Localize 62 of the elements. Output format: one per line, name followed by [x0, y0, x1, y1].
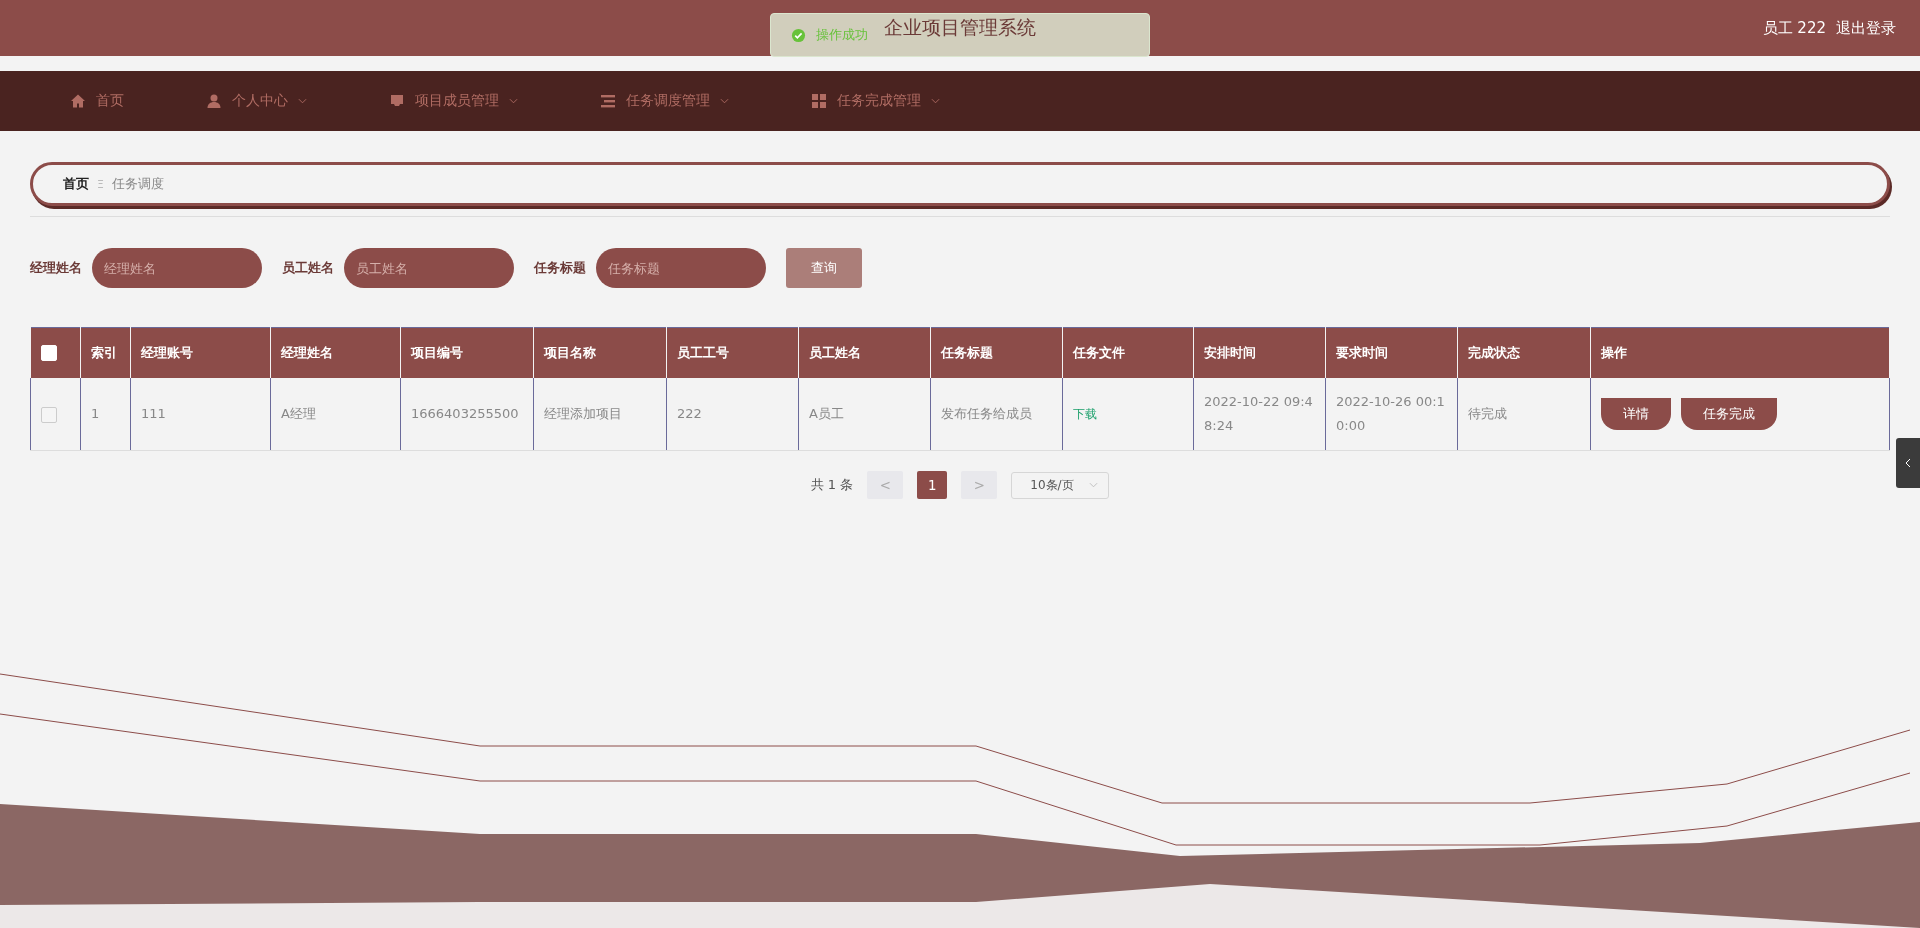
prev-page-button[interactable]: <: [867, 471, 904, 499]
nav-item[interactable]: 项目成员管理: [389, 92, 518, 110]
total-count: 共 1 条: [810, 476, 854, 494]
column-header: 任务标题: [930, 327, 1063, 378]
nav-item[interactable]: 任务完成管理: [811, 92, 940, 110]
search-field[interactable]: 经理姓名: [92, 248, 262, 288]
breadcrumb-current: 任务调度: [111, 175, 164, 193]
table-cell: 222: [666, 378, 799, 451]
table-cell: 发布任务给成员: [930, 378, 1063, 451]
column-header: 操作: [1590, 327, 1890, 378]
column-header: 经理账号: [130, 327, 271, 378]
search-field[interactable]: 员工姓名: [344, 248, 514, 288]
column-header: 项目名称: [533, 327, 667, 378]
table-cell: A经理: [270, 378, 401, 451]
table-cell: 经理添加项目: [533, 378, 667, 451]
search-field[interactable]: 任务标题: [596, 248, 766, 288]
column-header: 项目编号: [400, 327, 534, 378]
table-cell: 2022-10-22 09:48:24: [1193, 378, 1326, 451]
breadcrumb-separator: Ξ: [97, 177, 104, 191]
table-cell: A员工: [798, 378, 931, 451]
logout-link[interactable]: 退出登录: [1836, 18, 1896, 38]
column-header: 任务文件: [1062, 327, 1194, 378]
nav-item[interactable]: 任务调度管理: [600, 92, 729, 110]
select-all-checkbox[interactable]: [40, 345, 57, 362]
table-cell: 1: [80, 378, 131, 451]
tray-icon: [389, 93, 405, 109]
row-checkbox[interactable]: [41, 406, 57, 423]
column-header: 完成状态: [1457, 327, 1591, 378]
field-label: 任务标题: [534, 259, 586, 277]
action-button[interactable]: 详情: [1601, 398, 1671, 430]
user-name: 员工 222: [1762, 18, 1826, 38]
chevron-down-icon: [1089, 482, 1099, 488]
column-header: 安排时间: [1193, 327, 1326, 378]
table-cell: 待完成: [1457, 378, 1591, 451]
column-header: 要求时间: [1325, 327, 1458, 378]
table-cell: 111: [130, 378, 271, 451]
download-link[interactable]: 下载: [1073, 407, 1097, 421]
app-title: 企业项目管理系统: [884, 15, 1036, 40]
field-label: 员工姓名: [282, 259, 334, 277]
table-cell: 1666403255500: [400, 378, 534, 451]
search-button[interactable]: 查询: [786, 248, 862, 288]
column-header: 员工工号: [666, 327, 799, 378]
toast-message: 操作成功: [816, 26, 868, 44]
column-header: 员工姓名: [798, 327, 931, 378]
breadcrumb-link[interactable]: 首页: [63, 175, 89, 193]
home-icon: [70, 93, 86, 109]
side-panel-toggle[interactable]: [1896, 438, 1920, 488]
action-button[interactable]: 任务完成: [1681, 398, 1777, 430]
grid-icon: [811, 93, 827, 109]
check-circle-icon: [791, 27, 806, 43]
page-size-select[interactable]: 10条/页: [1011, 471, 1110, 499]
list-icon: [600, 93, 616, 109]
column-header: 经理姓名: [270, 327, 401, 378]
user-icon: [206, 93, 222, 109]
table-cell: 2022-10-26 00:10:00: [1325, 378, 1458, 451]
chevron-left-icon: [1905, 458, 1911, 468]
column-header: 索引: [80, 327, 131, 378]
next-page-button[interactable]: >: [961, 471, 998, 499]
nav-item[interactable]: 首页: [70, 92, 124, 110]
field-label: 经理姓名: [30, 259, 82, 277]
page-button[interactable]: 1: [917, 471, 948, 499]
nav-item[interactable]: 个人中心: [206, 92, 307, 110]
